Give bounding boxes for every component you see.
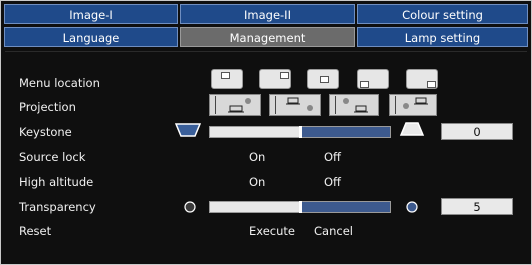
tab-colour-setting[interactable]: Colour setting	[357, 4, 528, 24]
source-lock-off-option[interactable]: Off	[324, 150, 341, 164]
projector-osd-menu: Image-I Image-II Colour setting Language…	[0, 0, 532, 265]
keystone-narrow-bottom-icon	[175, 123, 201, 137]
projection-rear-ceiling-icon[interactable]	[389, 94, 437, 116]
reset-cancel-button[interactable]: Cancel	[314, 224, 353, 238]
keystone-slider-fill	[300, 127, 390, 137]
projection-rear-desktop-icon[interactable]	[269, 94, 321, 116]
tab-language[interactable]: Language	[4, 27, 178, 47]
reset-execute-button[interactable]: Execute	[249, 224, 295, 238]
keystone-slider[interactable]	[209, 126, 391, 138]
keystone-narrow-top-icon	[399, 122, 425, 136]
menu-location-label: Menu location	[19, 76, 100, 90]
header-divider	[5, 51, 527, 52]
projection-front-desktop-icon[interactable]	[209, 94, 261, 116]
tab-image-2[interactable]: Image-II	[180, 4, 355, 24]
transparency-low-icon	[184, 201, 196, 213]
projection-front-ceiling-icon[interactable]	[329, 94, 379, 116]
source-lock-label: Source lock	[19, 150, 86, 164]
menu-location-top-right-icon[interactable]	[259, 69, 291, 89]
transparency-label: Transparency	[19, 200, 96, 214]
tab-management[interactable]: Management	[180, 27, 355, 47]
high-altitude-on-option[interactable]: On	[249, 175, 265, 189]
high-altitude-off-option[interactable]: Off	[324, 175, 341, 189]
transparency-slider-knob[interactable]	[299, 201, 302, 213]
reset-label: Reset	[19, 224, 52, 238]
tab-lamp-setting[interactable]: Lamp setting	[357, 27, 528, 47]
keystone-label: Keystone	[19, 125, 72, 139]
projection-label: Projection	[19, 100, 76, 114]
transparency-value: 5	[441, 198, 513, 215]
keystone-value: 0	[441, 123, 513, 140]
source-lock-on-option[interactable]: On	[249, 150, 265, 164]
menu-location-center-icon[interactable]	[307, 69, 339, 89]
keystone-slider-knob[interactable]	[299, 126, 302, 138]
transparency-slider[interactable]	[209, 201, 391, 213]
high-altitude-label: High altitude	[19, 175, 94, 189]
menu-location-top-left-icon[interactable]	[211, 69, 243, 89]
menu-location-bottom-left-icon[interactable]	[357, 69, 389, 89]
transparency-high-icon	[406, 201, 418, 213]
transparency-slider-fill	[300, 202, 390, 212]
menu-location-bottom-right-icon[interactable]	[406, 69, 438, 89]
tab-image-1[interactable]: Image-I	[4, 4, 178, 24]
